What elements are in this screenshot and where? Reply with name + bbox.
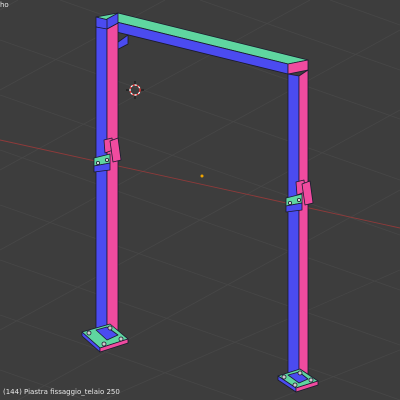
3d-cursor-icon[interactable] [126, 81, 144, 99]
top-beam[interactable] [95, 12, 309, 75]
view-name-label: ho [0, 1, 9, 9]
x-axis-line [0, 139, 400, 229]
3d-viewport[interactable]: ho (144) Piastra fissaggio_telaio 250 [0, 0, 400, 400]
right-base-plate[interactable] [277, 368, 319, 393]
left-base-plate[interactable] [81, 323, 129, 353]
origin-point-icon [200, 174, 204, 178]
left-column[interactable] [95, 12, 119, 341]
active-object-info: (144) Piastra fissaggio_telaio 250 [3, 388, 120, 396]
viewport-canvas[interactable] [0, 0, 400, 400]
right-column[interactable] [287, 69, 309, 384]
floor-grid [0, 0, 400, 400]
